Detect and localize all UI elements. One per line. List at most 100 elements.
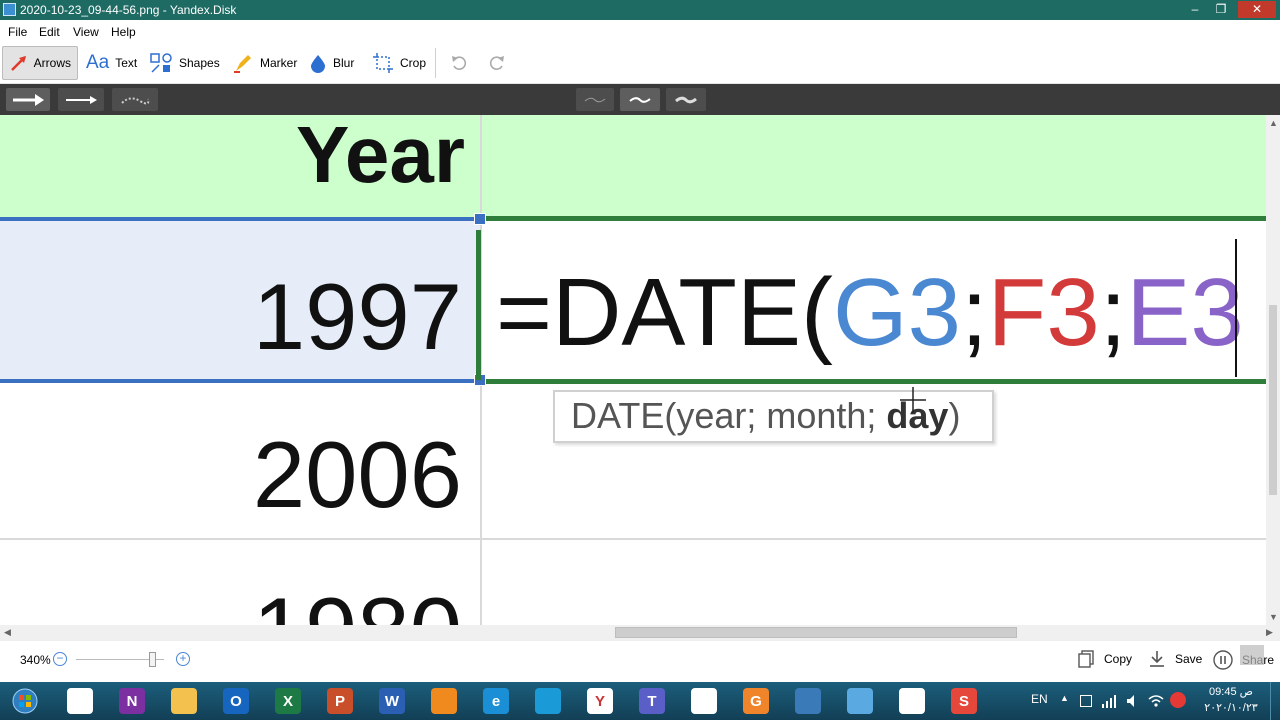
tray-device-icon[interactable] <box>1080 695 1092 707</box>
blur-tool[interactable]: Blur <box>303 46 360 80</box>
taskbar-app-button[interactable]: N <box>110 685 154 717</box>
editor-toolbar: Arrows Aa Text Shapes Marker Blur Crop <box>0 42 1280 84</box>
zoom-out-button[interactable]: − <box>53 652 67 666</box>
taskbar-app-button[interactable] <box>422 685 466 717</box>
volume-icon[interactable] <box>1126 694 1140 708</box>
selection-handle-top[interactable] <box>474 213 486 225</box>
taskbar-app-button[interactable] <box>838 685 882 717</box>
antivirus-icon[interactable] <box>1170 692 1186 708</box>
taskbar-app-button[interactable] <box>786 685 830 717</box>
undo-icon[interactable] <box>450 54 468 72</box>
menu-edit[interactable]: Edit <box>39 25 60 39</box>
tray-expand-icon[interactable]: ▲ <box>1060 693 1069 703</box>
network-signal-icon[interactable] <box>1102 694 1116 708</box>
taskbar-app-button[interactable]: e <box>474 685 518 717</box>
zoom-slider-handle[interactable] <box>148 652 156 667</box>
menu-view[interactable]: View <box>73 25 99 39</box>
scroll-up-icon[interactable]: ▲ <box>1269 118 1278 128</box>
medium-wave-icon <box>629 96 651 103</box>
image-canvas[interactable]: Year 1997 2006 1980 =DATE(G3;F3;E3 DATE(… <box>0 115 1266 625</box>
arrows-tool[interactable]: Arrows <box>2 46 78 80</box>
app-icon <box>431 688 457 714</box>
vertical-scroll-thumb[interactable] <box>1269 305 1277 495</box>
taskbar-app-button[interactable]: Y <box>578 685 622 717</box>
scroll-right-icon[interactable]: ▶ <box>1266 627 1273 638</box>
crop-tool[interactable]: Crop <box>366 46 432 80</box>
taskbar-app-button[interactable] <box>682 685 726 717</box>
arrow-style-thin[interactable] <box>58 88 104 111</box>
taskbar-app-button[interactable] <box>162 685 206 717</box>
text-tool[interactable]: Aa Text <box>80 46 143 80</box>
horizontal-scrollbar[interactable]: ◀ ▶ <box>0 625 1280 640</box>
text-cursor <box>1235 239 1237 377</box>
redo-icon[interactable] <box>488 54 506 72</box>
clock-time[interactable]: 09:45 ص <box>1206 685 1256 698</box>
close-button[interactable]: ✕ <box>1238 1 1276 18</box>
app-icon <box>899 688 925 714</box>
formula-text[interactable]: =DATE(G3;F3;E3 <box>496 258 1244 368</box>
app-icon: S <box>951 688 977 714</box>
horizontal-scroll-thumb[interactable] <box>615 627 1017 638</box>
line-thick[interactable] <box>666 88 706 111</box>
app-icon <box>795 688 821 714</box>
blur-drop-icon <box>311 55 325 73</box>
show-desktop-button[interactable] <box>1270 682 1280 720</box>
title-bar: 2020-10-23_09-44-56.png - Yandex.Disk – … <box>0 0 1280 20</box>
app-icon <box>691 688 717 714</box>
scroll-left-icon[interactable]: ◀ <box>4 627 11 638</box>
crosshair-cursor-icon <box>900 387 926 413</box>
menu-file[interactable]: File <box>8 25 27 39</box>
marker-tool-label: Marker <box>260 56 298 70</box>
row-gridline <box>0 538 1266 540</box>
maximize-button[interactable]: ❐ <box>1208 1 1234 18</box>
save-button[interactable]: Save <box>1147 649 1202 669</box>
tool-options-bar <box>0 84 1280 193</box>
formula-separator: ; <box>961 259 988 366</box>
app-icon: Y <box>587 688 613 714</box>
taskbar-app-button[interactable] <box>58 685 102 717</box>
app-icon <box>67 688 93 714</box>
cell-year-1997[interactable]: 1997 <box>0 263 462 371</box>
language-indicator[interactable]: EN <box>1031 692 1048 706</box>
shapes-tool[interactable]: Shapes <box>143 46 226 80</box>
taskbar-app-button[interactable]: O <box>214 685 258 717</box>
minimize-button[interactable]: – <box>1182 1 1208 18</box>
clock-date[interactable]: ٢٠٢٠/١٠/٢٣ <box>1200 701 1262 714</box>
taskbar-app-button[interactable]: T <box>630 685 674 717</box>
taskbar-app-button[interactable] <box>890 685 934 717</box>
arrow-style-curved[interactable] <box>112 88 158 111</box>
arrow-icon <box>11 56 26 71</box>
edit-cell-left-border <box>476 230 481 380</box>
marker-tool[interactable]: Marker <box>226 46 303 80</box>
line-thin[interactable] <box>576 88 614 111</box>
taskbar-app-button[interactable]: X <box>266 685 310 717</box>
taskbar-app-button[interactable]: P <box>318 685 362 717</box>
windows-logo-icon <box>12 688 38 714</box>
tooltip-close: ) <box>948 395 961 436</box>
scroll-down-icon[interactable]: ▼ <box>1269 612 1278 622</box>
app-icon <box>3 3 16 16</box>
app-icon <box>535 688 561 714</box>
cell-year-1980[interactable]: 1980 <box>0 577 462 625</box>
menu-help[interactable]: Help <box>111 25 136 39</box>
app-icon: O <box>223 688 249 714</box>
taskbar-app-button[interactable]: G <box>734 685 778 717</box>
formula-separator: ; <box>1099 259 1127 366</box>
taskbar-app-button[interactable]: W <box>370 685 414 717</box>
vertical-scrollbar[interactable]: ▲ ▼ <box>1266 115 1280 625</box>
copy-button[interactable]: Copy <box>1076 649 1132 669</box>
start-button[interactable] <box>6 685 44 717</box>
line-medium[interactable] <box>620 88 660 111</box>
taskbar-app-button[interactable]: S <box>942 685 986 717</box>
save-label: Save <box>1175 652 1203 666</box>
blur-tool-label: Blur <box>333 56 355 70</box>
shapes-icon <box>150 53 172 73</box>
copy-icon <box>1078 650 1094 668</box>
cell-year-2006[interactable]: 2006 <box>0 421 462 529</box>
marker-icon <box>234 55 251 73</box>
zoom-in-button[interactable]: + <box>176 652 190 666</box>
taskbar-app-button[interactable] <box>526 685 570 717</box>
shapes-tool-label: Shapes <box>179 56 220 70</box>
wifi-icon[interactable] <box>1148 694 1164 708</box>
arrow-style-thick[interactable] <box>6 88 50 111</box>
